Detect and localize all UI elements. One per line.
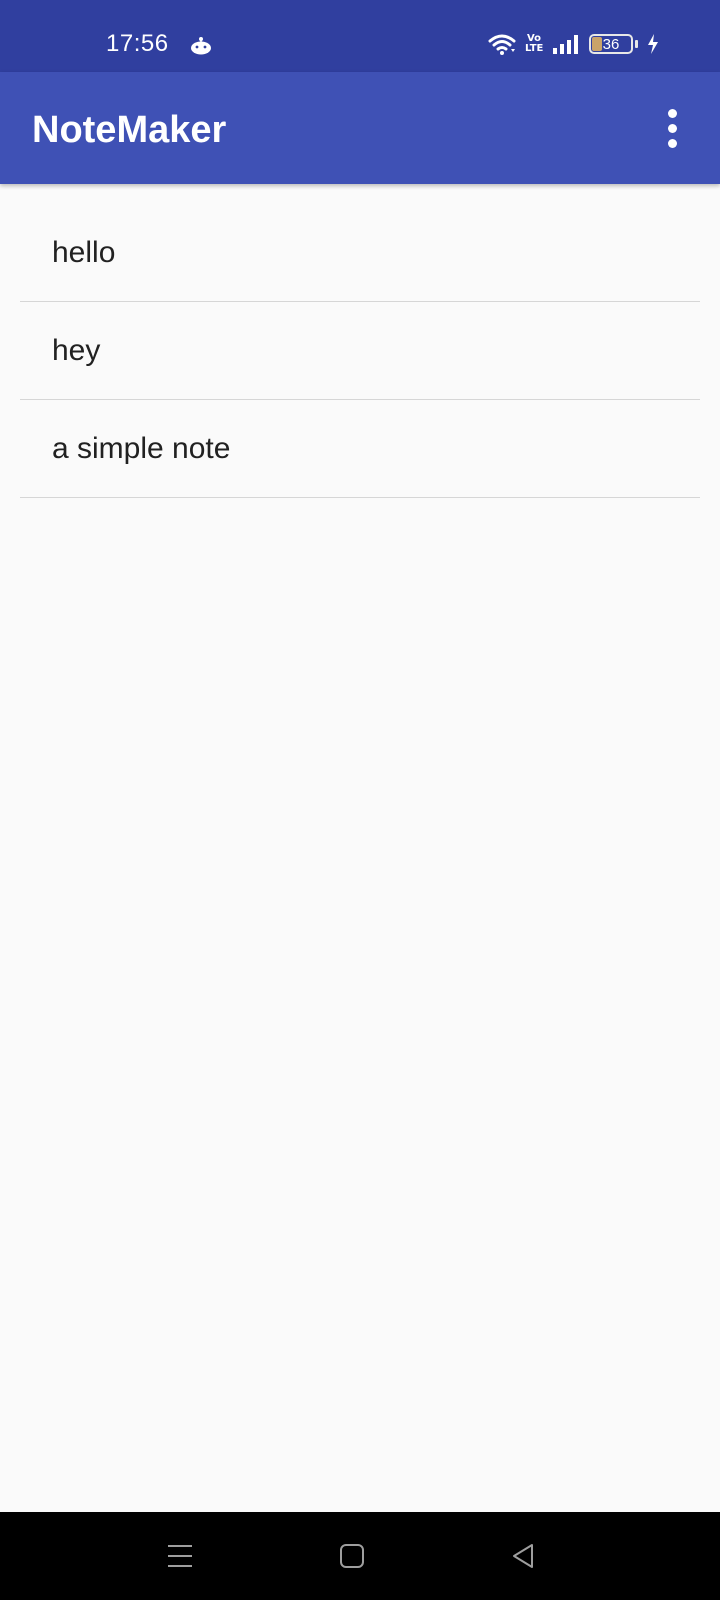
back-icon <box>513 1544 533 1568</box>
volte-icon: Vo LTE <box>525 34 543 54</box>
battery-icon: 36 <box>589 34 633 54</box>
more-vert-icon-dot <box>667 123 677 133</box>
note-list-item[interactable]: a simple note <box>20 400 700 498</box>
status-icons: Vo LTE 36 <box>487 30 660 58</box>
battery-fill <box>592 37 602 51</box>
status-bar: 17:56 Vo LTE 36 <box>0 0 720 72</box>
note-list: hello hey a simple note <box>20 204 700 498</box>
app-bar: NoteMaker <box>0 72 720 184</box>
battery-cap <box>635 40 638 48</box>
battery-level: 36 <box>602 35 620 53</box>
recents-button[interactable] <box>160 1536 200 1576</box>
note-list-item[interactable]: hello <box>20 204 700 302</box>
more-vert-icon-dot <box>667 138 677 148</box>
app-title: NoteMaker <box>32 109 227 151</box>
home-button[interactable] <box>332 1536 372 1576</box>
home-icon <box>340 1544 364 1568</box>
recents-icon <box>168 1545 192 1567</box>
status-time: 17:56 <box>106 30 169 57</box>
volte-bottom-label: LTE <box>525 43 544 54</box>
more-vert-icon <box>667 108 677 118</box>
signal-icon <box>553 35 578 54</box>
more-options-button[interactable] <box>650 102 694 154</box>
reddit-icon <box>191 37 211 55</box>
note-list-item[interactable]: hey <box>20 302 700 400</box>
wifi-icon <box>488 34 516 55</box>
back-button[interactable] <box>504 1536 544 1576</box>
navigation-bar <box>0 1512 720 1600</box>
charging-icon <box>648 34 658 54</box>
